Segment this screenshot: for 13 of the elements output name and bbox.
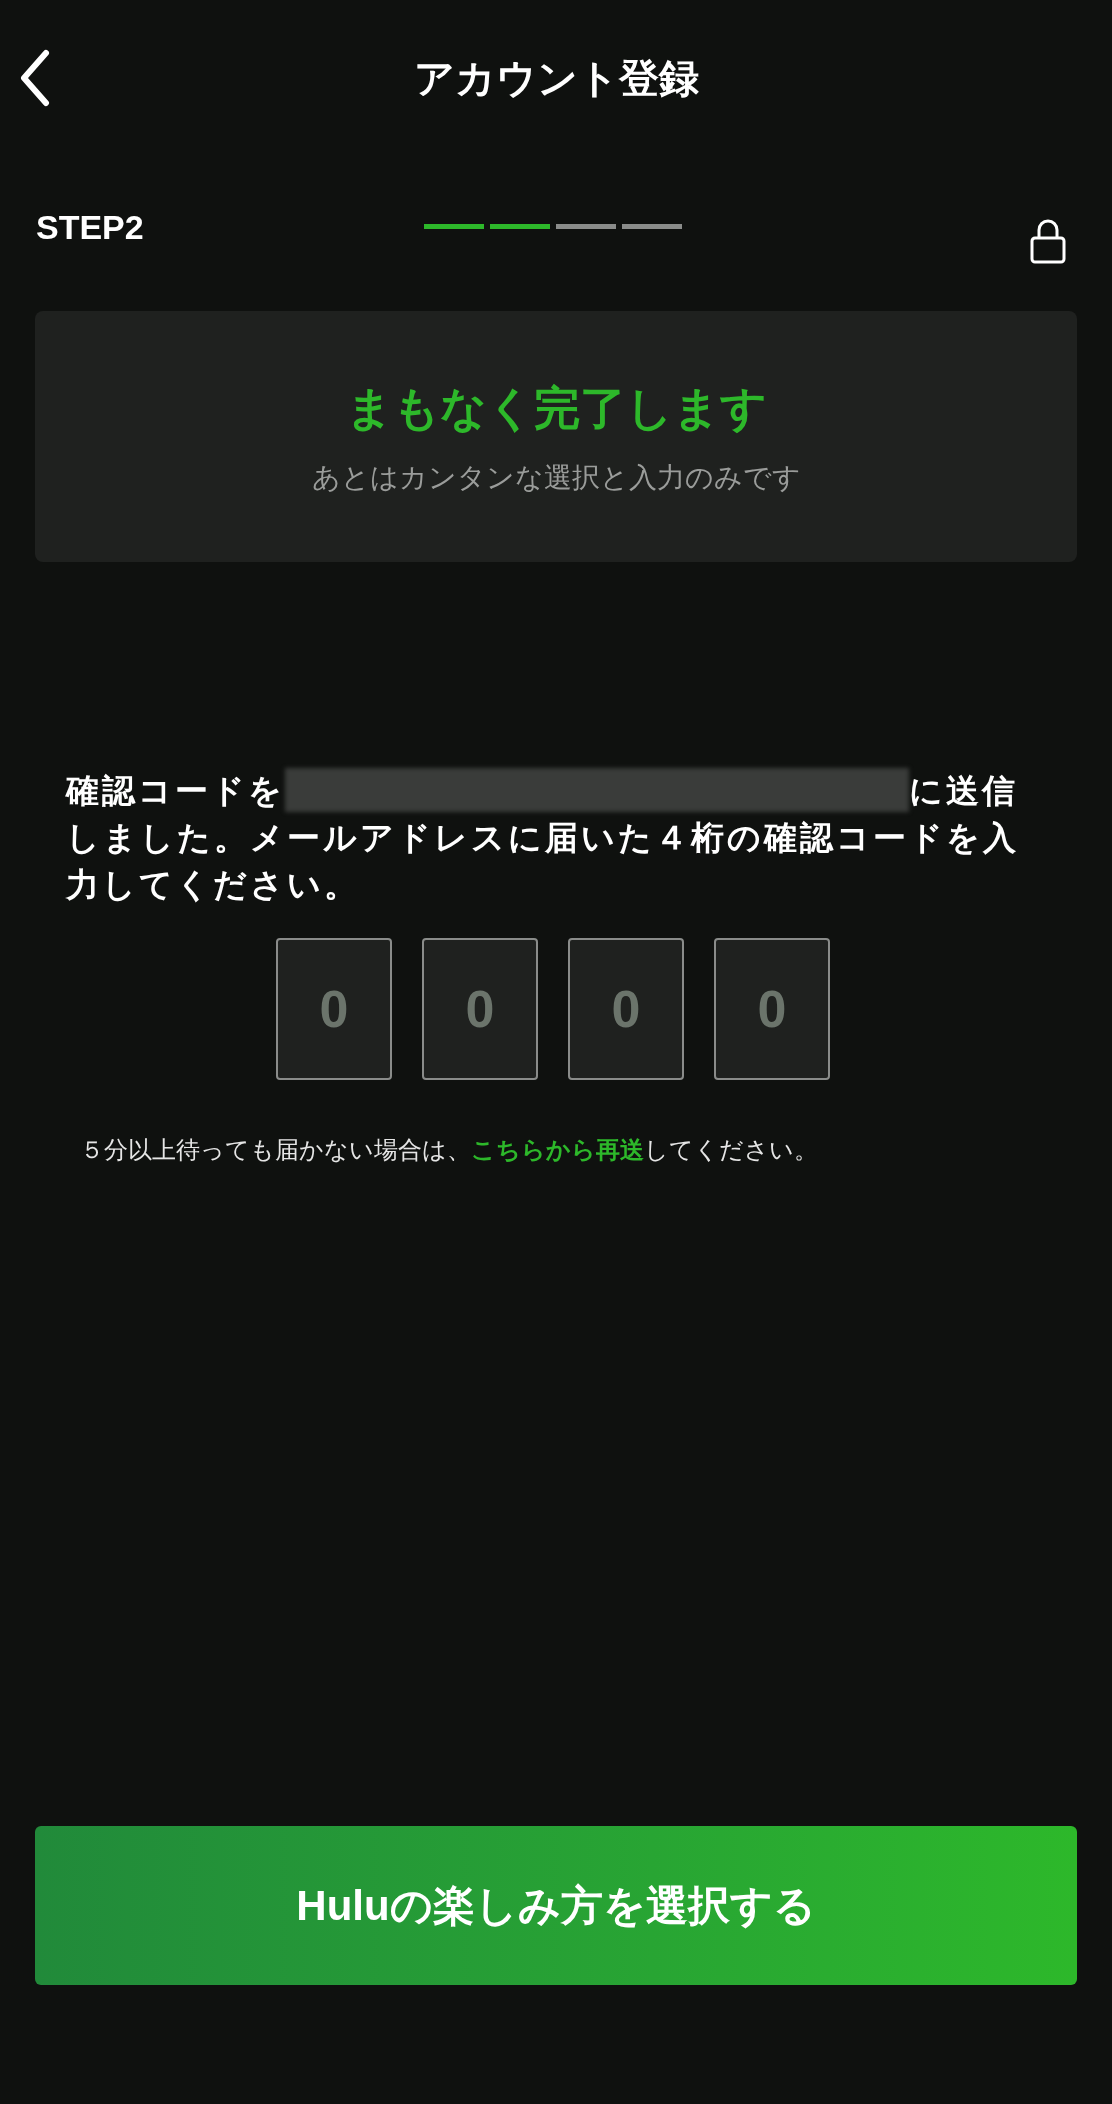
banner-title: まもなく完了します	[345, 381, 767, 436]
primary-button[interactable]: Huluの楽しみ方を選択する	[35, 1826, 1077, 1985]
code-input-field[interactable]: 0	[422, 938, 538, 1080]
lock-icon	[1030, 218, 1066, 264]
code-input-field[interactable]: 0	[714, 938, 830, 1080]
instruction-text: 確認コードを に送信しました。メールアドレスに届いた４桁の確認コードを入力してください。	[66, 767, 1026, 908]
code-input-field[interactable]: 0	[276, 938, 392, 1080]
resend-text: ５分以上待っても届かない場合は、こちらから再送 してください。	[80, 1135, 819, 1165]
banner-subtitle: あとはカンタンな選択と入力のみです	[311, 461, 801, 495]
resend-link[interactable]: こちらから再送	[471, 1136, 644, 1163]
step-label: STEP2	[36, 206, 144, 248]
code-input-field[interactable]: 0	[568, 938, 684, 1080]
page-title: アカウント登録	[413, 55, 699, 102]
